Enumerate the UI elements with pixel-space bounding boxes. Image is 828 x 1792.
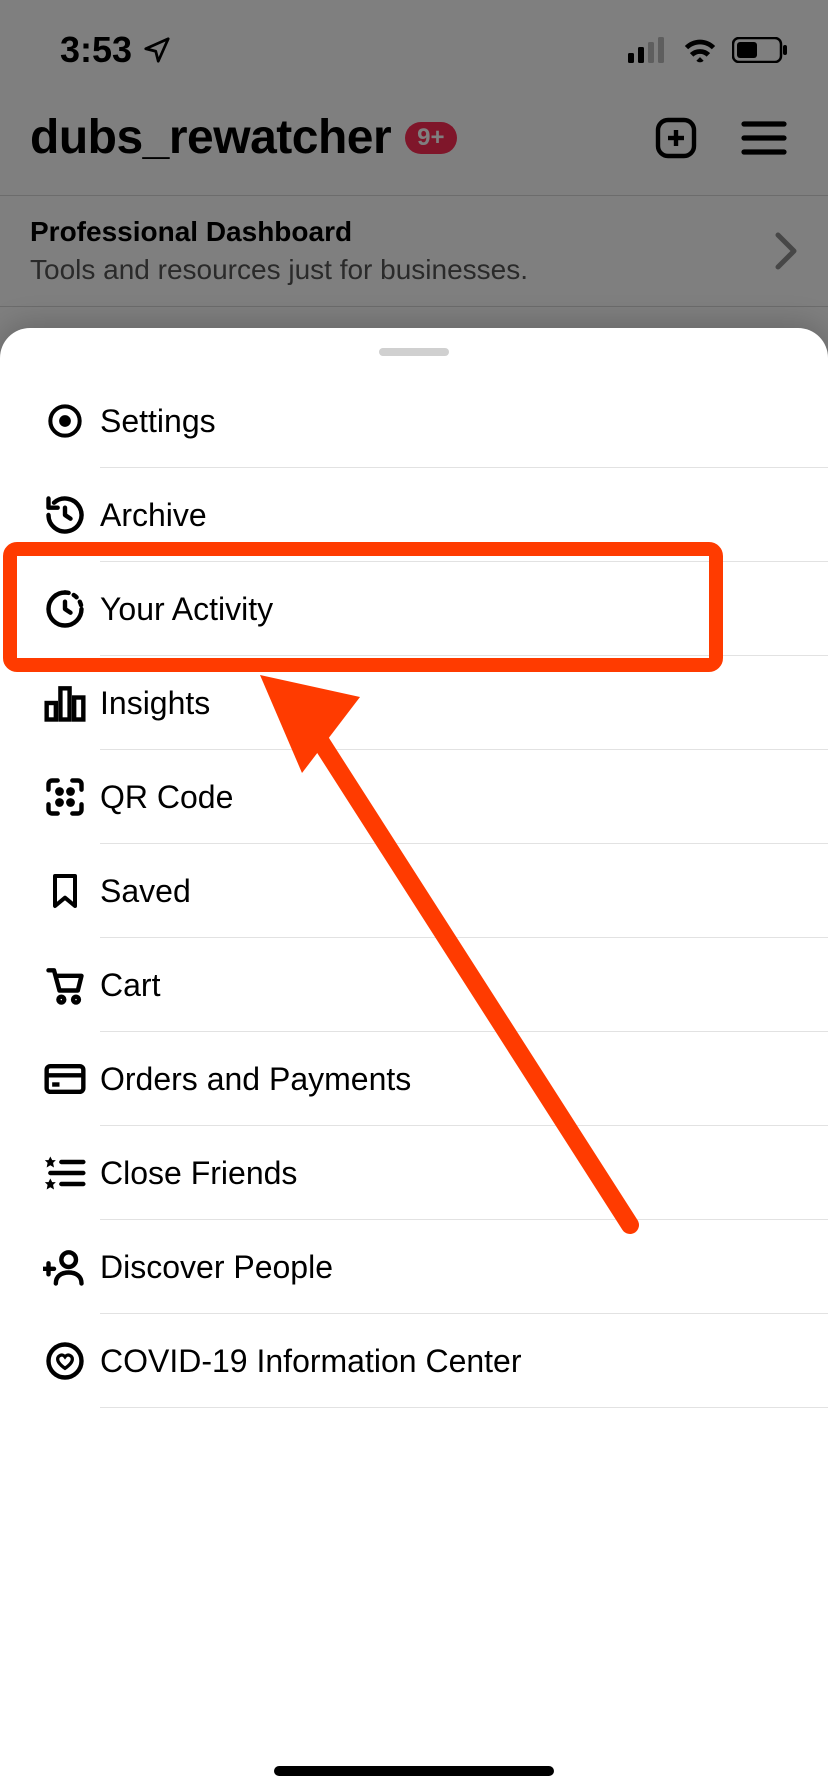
menu-label: Insights: [100, 685, 210, 722]
menu-item-qr-code[interactable]: QR Code: [0, 750, 828, 844]
menu-item-orders-payments[interactable]: Orders and Payments: [0, 1032, 828, 1126]
menu-label: Saved: [100, 873, 191, 910]
menu-item-archive[interactable]: Archive: [0, 468, 828, 562]
sheet-grabber[interactable]: [379, 348, 449, 356]
home-indicator[interactable]: [274, 1766, 554, 1776]
menu-item-discover-people[interactable]: Discover People: [0, 1220, 828, 1314]
card-icon: [30, 1060, 100, 1098]
cart-icon: [30, 963, 100, 1007]
star-list-icon: [30, 1153, 100, 1193]
history-icon: [30, 493, 100, 537]
menu-item-close-friends[interactable]: Close Friends: [0, 1126, 828, 1220]
add-person-icon: [30, 1245, 100, 1289]
menu-label: Archive: [100, 497, 207, 534]
menu-label: Discover People: [100, 1249, 333, 1286]
menu-label: COVID-19 Information Center: [100, 1343, 522, 1380]
menu-item-your-activity[interactable]: Your Activity: [0, 562, 828, 656]
menu-list: Settings Archive Your Activity: [0, 374, 828, 1408]
chart-icon: [30, 681, 100, 725]
menu-label: Your Activity: [100, 591, 273, 628]
gear-icon: [30, 399, 100, 443]
menu-label: Cart: [100, 967, 160, 1004]
heart-circle-icon: [30, 1339, 100, 1383]
bookmark-icon: [30, 869, 100, 913]
options-sheet: Settings Archive Your Activity: [0, 328, 828, 1792]
menu-label: Settings: [100, 403, 216, 440]
menu-item-cart[interactable]: Cart: [0, 938, 828, 1032]
menu-label: Orders and Payments: [100, 1061, 411, 1098]
menu-item-insights[interactable]: Insights: [0, 656, 828, 750]
menu-item-settings[interactable]: Settings: [0, 374, 828, 468]
qr-icon: [30, 775, 100, 819]
clock-activity-icon: [30, 587, 100, 631]
menu-label: QR Code: [100, 779, 233, 816]
menu-item-covid-center[interactable]: COVID-19 Information Center: [0, 1314, 828, 1408]
menu-item-saved[interactable]: Saved: [0, 844, 828, 938]
menu-label: Close Friends: [100, 1155, 297, 1192]
